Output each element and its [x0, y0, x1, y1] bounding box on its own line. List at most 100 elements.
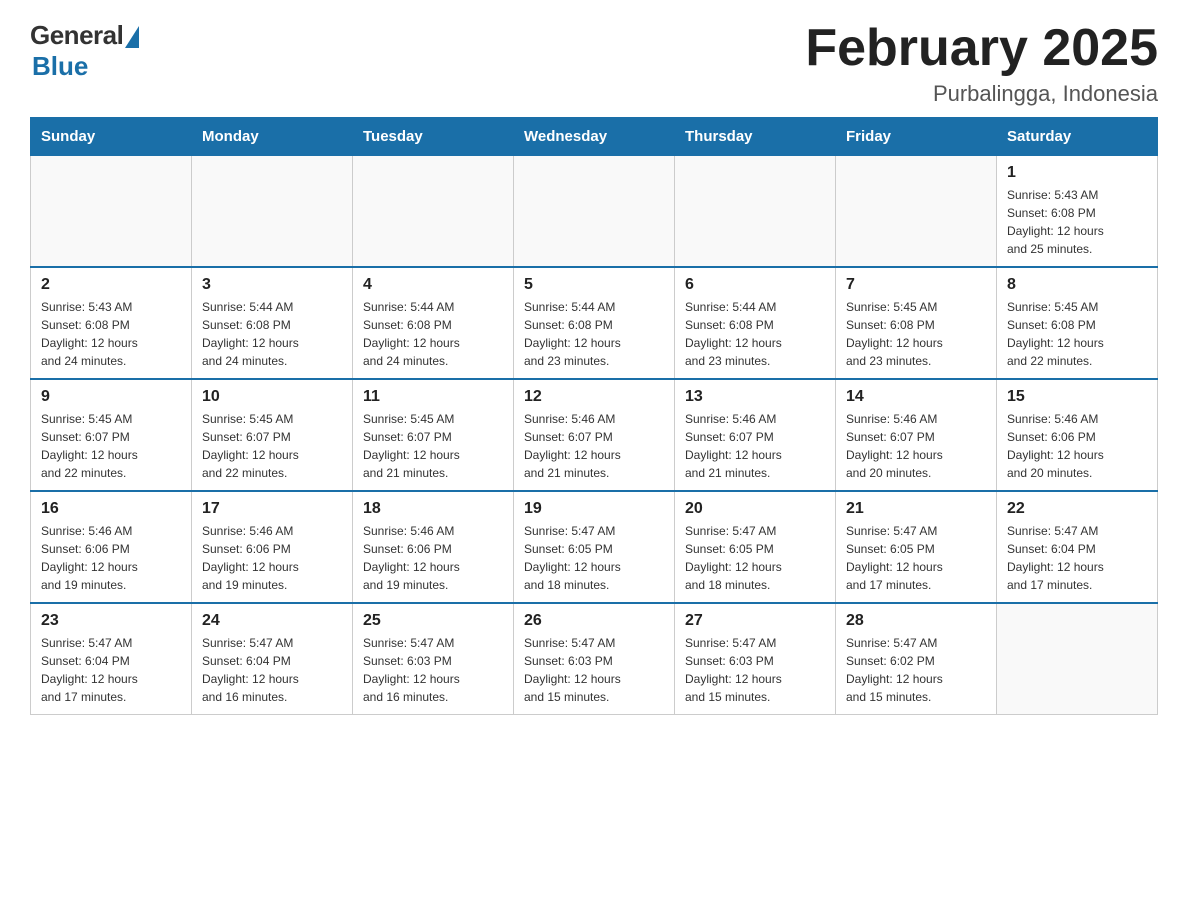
day-info: Sunrise: 5:47 AM Sunset: 6:04 PM Dayligh… — [202, 634, 342, 706]
calendar-cell: 27 Sunrise: 5:47 AM Sunset: 6:03 PM Dayli… — [675, 603, 836, 715]
day-number: 19 — [524, 500, 664, 518]
day-info: Sunrise: 5:43 AM Sunset: 6:08 PM Dayligh… — [1007, 186, 1147, 258]
calendar-cell: 2 Sunrise: 5:43 AM Sunset: 6:08 PM Daylig… — [31, 267, 192, 379]
day-number: 28 — [846, 612, 986, 630]
day-number: 15 — [1007, 388, 1147, 406]
day-info: Sunrise: 5:47 AM Sunset: 6:05 PM Dayligh… — [524, 522, 664, 594]
calendar-cell: 14 Sunrise: 5:46 AM Sunset: 6:07 PM Dayli… — [836, 379, 997, 491]
day-info: Sunrise: 5:45 AM Sunset: 6:07 PM Dayligh… — [202, 410, 342, 482]
calendar-cell: 5 Sunrise: 5:44 AM Sunset: 6:08 PM Daylig… — [514, 267, 675, 379]
calendar-cell — [192, 156, 353, 268]
calendar-cell: 21 Sunrise: 5:47 AM Sunset: 6:05 PM Dayli… — [836, 491, 997, 603]
day-number: 5 — [524, 276, 664, 294]
day-info: Sunrise: 5:46 AM Sunset: 6:07 PM Dayligh… — [846, 410, 986, 482]
day-info: Sunrise: 5:46 AM Sunset: 6:06 PM Dayligh… — [1007, 410, 1147, 482]
day-info: Sunrise: 5:45 AM Sunset: 6:07 PM Dayligh… — [363, 410, 503, 482]
logo: General Blue — [30, 20, 139, 82]
calendar-cell — [836, 156, 997, 268]
day-info: Sunrise: 5:47 AM Sunset: 6:04 PM Dayligh… — [1007, 522, 1147, 594]
calendar-cell: 28Sunrise: 5:47 AM Sunset: 6:02 PM Dayli… — [836, 603, 997, 715]
day-info: Sunrise: 5:44 AM Sunset: 6:08 PM Dayligh… — [685, 298, 825, 370]
calendar-cell: 15 Sunrise: 5:46 AM Sunset: 6:06 PM Dayli… — [997, 379, 1158, 491]
day-info: Sunrise: 5:45 AM Sunset: 6:08 PM Dayligh… — [1007, 298, 1147, 370]
day-number: 9 — [41, 388, 181, 406]
week-row-1: 1 Sunrise: 5:43 AM Sunset: 6:08 PM Daylig… — [31, 156, 1158, 268]
day-info: Sunrise: 5:45 AM Sunset: 6:07 PM Dayligh… — [41, 410, 181, 482]
logo-general-text: General — [30, 20, 123, 51]
calendar-cell: 8 Sunrise: 5:45 AM Sunset: 6:08 PM Daylig… — [997, 267, 1158, 379]
calendar-cell — [31, 156, 192, 268]
calendar-cell: 6 Sunrise: 5:44 AM Sunset: 6:08 PM Daylig… — [675, 267, 836, 379]
calendar-cell: 13Sunrise: 5:46 AM Sunset: 6:07 PM Dayli… — [675, 379, 836, 491]
day-number: 25 — [363, 612, 503, 630]
calendar-title: February 2025 — [805, 20, 1158, 77]
week-row-4: 16 Sunrise: 5:46 AM Sunset: 6:06 PM Dayli… — [31, 491, 1158, 603]
calendar-cell — [675, 156, 836, 268]
calendar-cell: 22 Sunrise: 5:47 AM Sunset: 6:04 PM Dayli… — [997, 491, 1158, 603]
week-row-5: 23 Sunrise: 5:47 AM Sunset: 6:04 PM Dayli… — [31, 603, 1158, 715]
day-info: Sunrise: 5:46 AM Sunset: 6:06 PM Dayligh… — [41, 522, 181, 594]
day-number: 27 — [685, 612, 825, 630]
calendar-cell: 24 Sunrise: 5:47 AM Sunset: 6:04 PM Dayli… — [192, 603, 353, 715]
calendar-cell: 9 Sunrise: 5:45 AM Sunset: 6:07 PM Daylig… — [31, 379, 192, 491]
day-number: 16 — [41, 500, 181, 518]
weekday-header-saturday: Saturday — [997, 118, 1158, 156]
day-number: 6 — [685, 276, 825, 294]
day-info: Sunrise: 5:44 AM Sunset: 6:08 PM Dayligh… — [202, 298, 342, 370]
weekday-header-row: SundayMondayTuesdayWednesdayThursdayFrid… — [31, 118, 1158, 156]
day-number: 26 — [524, 612, 664, 630]
day-number: 17 — [202, 500, 342, 518]
day-number: 20 — [685, 500, 825, 518]
day-info: Sunrise: 5:44 AM Sunset: 6:08 PM Dayligh… — [363, 298, 503, 370]
day-number: 21 — [846, 500, 986, 518]
day-info: Sunrise: 5:47 AM Sunset: 6:03 PM Dayligh… — [363, 634, 503, 706]
calendar-cell: 1 Sunrise: 5:43 AM Sunset: 6:08 PM Daylig… — [997, 156, 1158, 268]
calendar-cell: 17 Sunrise: 5:46 AM Sunset: 6:06 PM Dayli… — [192, 491, 353, 603]
day-number: 8 — [1007, 276, 1147, 294]
calendar-cell: 19 Sunrise: 5:47 AM Sunset: 6:05 PM Dayli… — [514, 491, 675, 603]
page-header: General Blue February 2025 Purbalingga, … — [30, 20, 1158, 107]
calendar-cell: 7 Sunrise: 5:45 AM Sunset: 6:08 PM Daylig… — [836, 267, 997, 379]
day-info: Sunrise: 5:45 AM Sunset: 6:08 PM Dayligh… — [846, 298, 986, 370]
day-number: 12 — [524, 388, 664, 406]
calendar-cell: 10Sunrise: 5:45 AM Sunset: 6:07 PM Dayli… — [192, 379, 353, 491]
calendar-cell — [997, 603, 1158, 715]
day-number: 1 — [1007, 164, 1147, 182]
day-number: 2 — [41, 276, 181, 294]
calendar-cell: 20Sunrise: 5:47 AM Sunset: 6:05 PM Dayli… — [675, 491, 836, 603]
logo-triangle-icon — [125, 26, 139, 48]
day-info: Sunrise: 5:46 AM Sunset: 6:07 PM Dayligh… — [524, 410, 664, 482]
weekday-header-friday: Friday — [836, 118, 997, 156]
day-info: Sunrise: 5:43 AM Sunset: 6:08 PM Dayligh… — [41, 298, 181, 370]
day-number: 22 — [1007, 500, 1147, 518]
day-info: Sunrise: 5:44 AM Sunset: 6:08 PM Dayligh… — [524, 298, 664, 370]
weekday-header-thursday: Thursday — [675, 118, 836, 156]
day-info: Sunrise: 5:46 AM Sunset: 6:06 PM Dayligh… — [363, 522, 503, 594]
week-row-3: 9 Sunrise: 5:45 AM Sunset: 6:07 PM Daylig… — [31, 379, 1158, 491]
calendar-cell — [353, 156, 514, 268]
day-number: 14 — [846, 388, 986, 406]
calendar-cell: 18 Sunrise: 5:46 AM Sunset: 6:06 PM Dayli… — [353, 491, 514, 603]
day-number: 13 — [685, 388, 825, 406]
day-info: Sunrise: 5:47 AM Sunset: 6:05 PM Dayligh… — [846, 522, 986, 594]
day-number: 23 — [41, 612, 181, 630]
day-info: Sunrise: 5:47 AM Sunset: 6:03 PM Dayligh… — [524, 634, 664, 706]
calendar-cell: 16 Sunrise: 5:46 AM Sunset: 6:06 PM Dayli… — [31, 491, 192, 603]
calendar-table: SundayMondayTuesdayWednesdayThursdayFrid… — [30, 117, 1158, 715]
logo-blue-text: Blue — [32, 51, 88, 82]
day-number: 7 — [846, 276, 986, 294]
day-info: Sunrise: 5:47 AM Sunset: 6:03 PM Dayligh… — [685, 634, 825, 706]
day-number: 24 — [202, 612, 342, 630]
calendar-cell: 11 Sunrise: 5:45 AM Sunset: 6:07 PM Dayli… — [353, 379, 514, 491]
day-info: Sunrise: 5:47 AM Sunset: 6:04 PM Dayligh… — [41, 634, 181, 706]
calendar-cell: 25 Sunrise: 5:47 AM Sunset: 6:03 PM Dayli… — [353, 603, 514, 715]
calendar-subtitle: Purbalingga, Indonesia — [805, 81, 1158, 107]
day-number: 3 — [202, 276, 342, 294]
calendar-cell: 12 Sunrise: 5:46 AM Sunset: 6:07 PM Dayli… — [514, 379, 675, 491]
title-section: February 2025 Purbalingga, Indonesia — [805, 20, 1158, 107]
calendar-cell: 26 Sunrise: 5:47 AM Sunset: 6:03 PM Dayli… — [514, 603, 675, 715]
calendar-cell: 3 Sunrise: 5:44 AM Sunset: 6:08 PM Daylig… — [192, 267, 353, 379]
day-number: 11 — [363, 388, 503, 406]
day-info: Sunrise: 5:46 AM Sunset: 6:06 PM Dayligh… — [202, 522, 342, 594]
day-number: 18 — [363, 500, 503, 518]
